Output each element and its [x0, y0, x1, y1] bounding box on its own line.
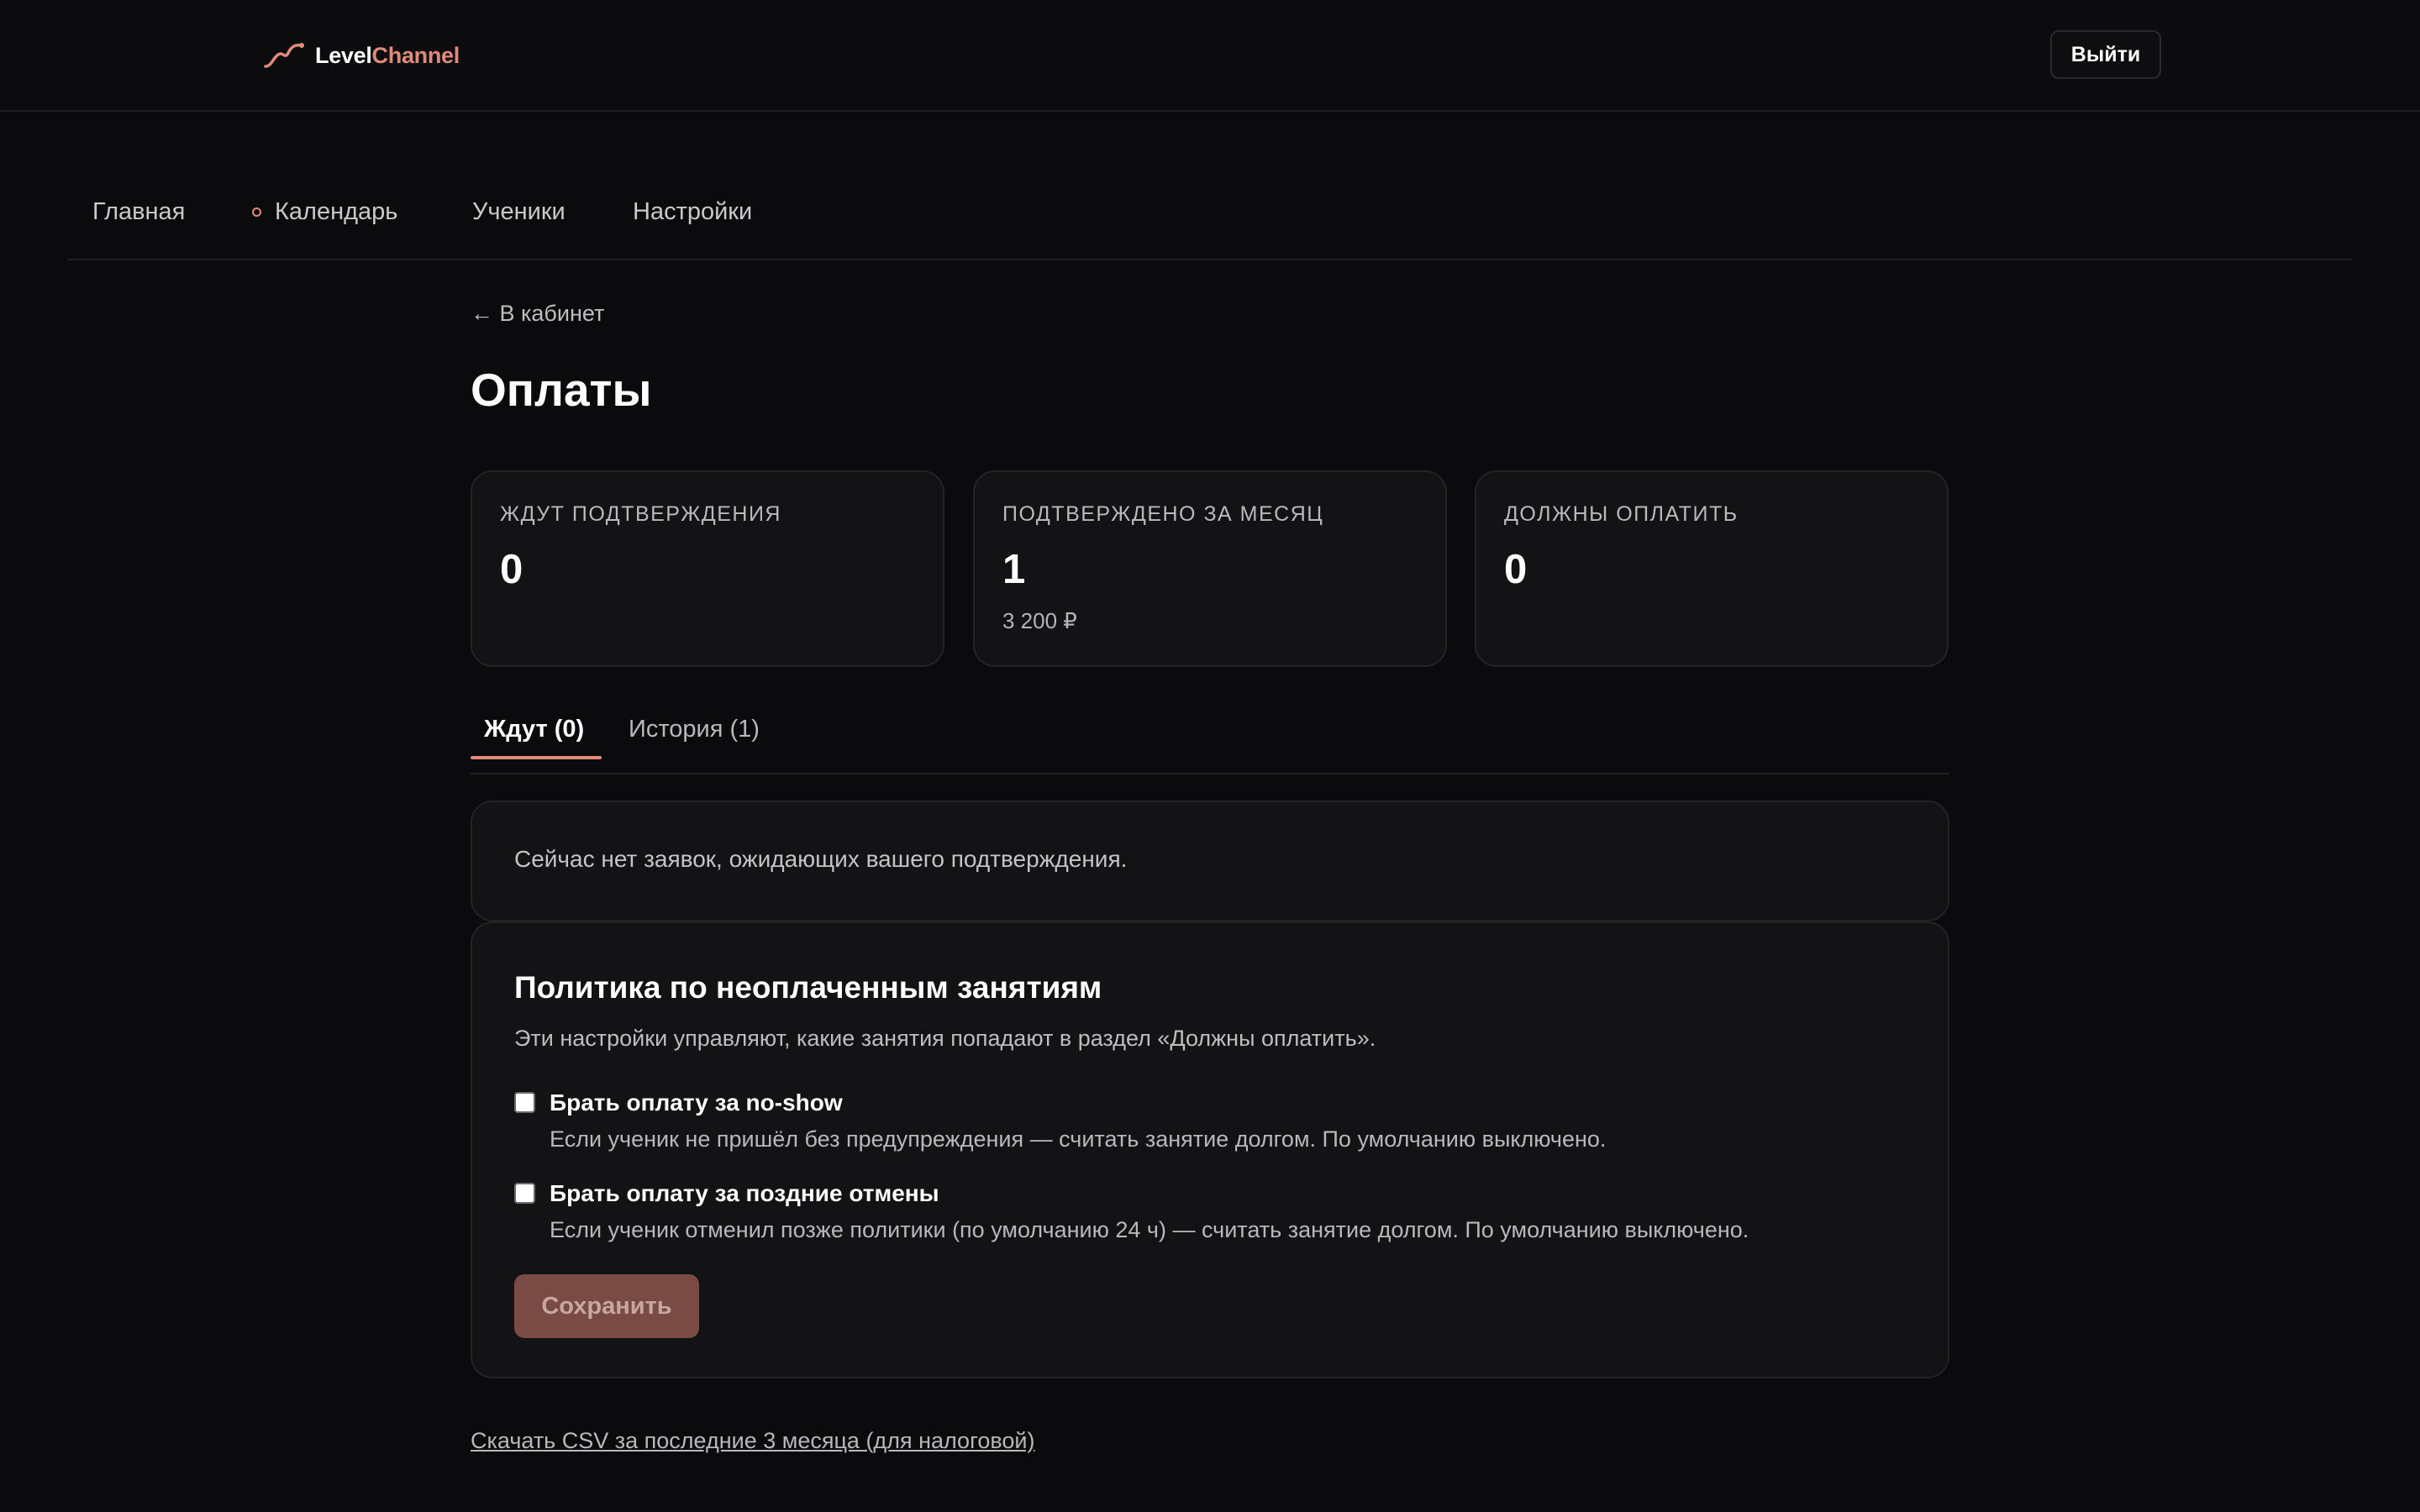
late-cancel-checkbox[interactable] [514, 1183, 535, 1204]
stat-value: 0 [500, 547, 523, 592]
stat-label: ДОЛЖНЫ ОПЛАТИТЬ [1504, 502, 1739, 526]
stat-amount: 3 200 ₽ [1002, 608, 1077, 633]
stat-card-pending: ЖДУТ ПОДТВЕРЖДЕНИЯ 0 [471, 470, 944, 667]
nav-item-label: Ученики [472, 198, 566, 225]
stat-value: 0 [1504, 547, 1528, 592]
empty-state-text: Сейчас нет заявок, ожидающих вашего подт… [514, 846, 1128, 872]
option-help: Если ученик не пришёл без предупреждения… [550, 1126, 1607, 1152]
policy-description: Эти настройки управляют, какие занятия п… [514, 1026, 1376, 1051]
stat-label: ПОДТВЕРЖДЕНО ЗА МЕСЯЦ [1002, 502, 1324, 526]
save-button[interactable]: Сохранить [514, 1274, 699, 1338]
option-label[interactable]: Брать оплату за no-show [550, 1089, 843, 1116]
logout-button[interactable]: Выйти [2050, 30, 2161, 79]
option-help: Если ученик отменил позже политики (по у… [550, 1217, 1749, 1242]
tab-history[interactable]: История (1) [629, 716, 760, 743]
policy-title: Политика по неоплаченным занятиям [514, 970, 1102, 1005]
payment-tabs: Ждут (0) История (1) [471, 702, 1949, 774]
stat-label: ЖДУТ ПОДТВЕРЖДЕНИЯ [500, 502, 781, 526]
stat-card-owed: ДОЛЖНЫ ОПЛАТИТЬ 0 [1475, 470, 1949, 667]
nav-item-students[interactable]: Ученики [472, 198, 566, 226]
stat-card-confirmed-month: ПОДТВЕРЖДЕНО ЗА МЕСЯЦ 1 3 200 ₽ [973, 470, 1447, 667]
nav-item-label: Настройки [633, 198, 753, 225]
back-to-cabinet-link[interactable]: ← В кабинет [471, 301, 604, 327]
download-csv-link[interactable]: Скачать CSV за последние 3 месяца (для н… [471, 1428, 1034, 1454]
logo[interactable]: LevelChannel [263, 37, 460, 74]
dot-icon [252, 207, 261, 217]
nav-item-home[interactable]: Главная [92, 198, 185, 226]
logo-text-part2: Channel [371, 42, 460, 68]
top-bar: LevelChannel Выйти [0, 0, 2420, 112]
stat-value: 1 [1002, 547, 1026, 592]
logo-text: LevelChannel [315, 43, 460, 69]
unpaid-policy-card: Политика по неоплаченным занятиям Эти на… [471, 921, 1949, 1378]
nav-item-settings[interactable]: Настройки [633, 198, 752, 226]
main-nav: Главная Календарь Ученики Настройки [67, 193, 2353, 260]
page-title: Оплаты [471, 364, 652, 416]
nav-item-label: Календарь [275, 198, 398, 225]
option-label[interactable]: Брать оплату за поздние отмены [550, 1180, 939, 1207]
wave-logo-icon [264, 43, 304, 68]
tab-pending[interactable]: Ждут (0) [484, 716, 584, 743]
logo-text-part1: Level [315, 42, 372, 68]
active-tab-indicator [471, 756, 602, 759]
no-show-checkbox[interactable] [514, 1092, 535, 1113]
nav-item-label: Главная [92, 198, 186, 225]
empty-state-card: Сейчас нет заявок, ожидающих вашего подт… [471, 801, 1949, 921]
nav-item-calendar[interactable]: Календарь [252, 198, 397, 226]
